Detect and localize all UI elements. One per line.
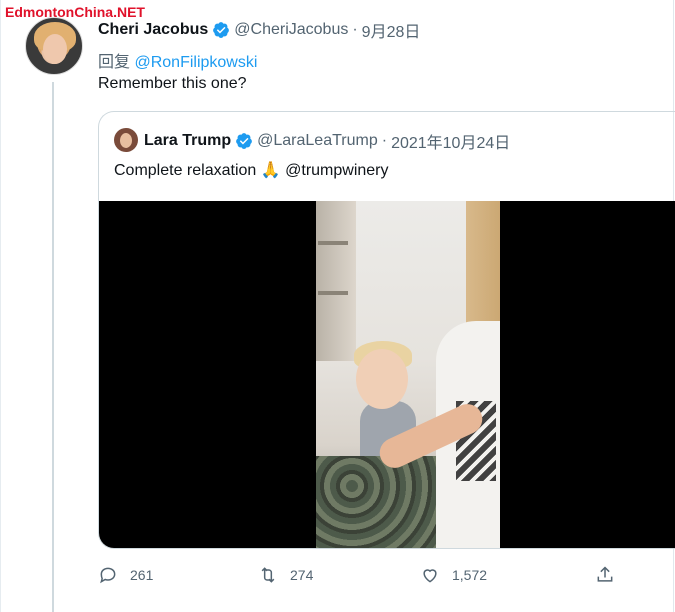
tweet-text: Remember this one? <box>98 75 247 92</box>
author-avatar[interactable] <box>25 17 83 75</box>
tweet-header: Cheri Jacobus @CheriJacobus · 9月28日 <box>98 19 420 41</box>
share-icon <box>597 566 613 582</box>
reply-icon <box>100 567 116 584</box>
reply-context: 回复 @RonFilipkowski <box>98 48 257 72</box>
video-pants <box>316 456 436 548</box>
retweet-button[interactable]: 274 <box>258 565 313 585</box>
reply-prefix: 回复 <box>98 54 131 71</box>
quote-date[interactable]: 2021年10月24日 <box>391 129 510 153</box>
video-shelf <box>316 201 356 361</box>
video-player[interactable] <box>99 201 675 548</box>
header-separator: · <box>352 21 358 38</box>
tweet-container: EdmontonChina.NET Cheri Jacobus @CheriJa… <box>0 0 675 612</box>
quote-author-name[interactable]: Lara Trump <box>144 132 231 150</box>
quote-author-avatar[interactable] <box>114 128 138 152</box>
video-shelf-rail <box>318 291 348 295</box>
share-button[interactable] <box>595 565 615 585</box>
retweet-icon <box>261 567 275 583</box>
avatar-face <box>43 34 67 64</box>
like-count: 1,572 <box>452 567 488 583</box>
verified-badge-icon <box>213 22 230 38</box>
quote-mention[interactable]: @trumpwinery <box>285 162 388 179</box>
heart-icon <box>423 569 437 583</box>
reply-count: 261 <box>130 567 154 583</box>
video-frame <box>316 201 500 548</box>
video-shelf-rail <box>318 241 348 245</box>
quote-text: Complete relaxation 🙏 @trumpwinery <box>114 160 389 180</box>
quote-author-handle[interactable]: @LaraLeaTrump <box>257 132 378 150</box>
reply-button[interactable]: 261 <box>98 565 153 585</box>
author-handle[interactable]: @CheriJacobus <box>234 21 348 39</box>
reply-to-link[interactable]: @RonFilipkowski <box>134 54 257 71</box>
verified-badge-icon <box>236 133 253 149</box>
retweet-count: 274 <box>290 567 314 583</box>
thread-line <box>52 82 54 612</box>
quote-header: Lara Trump @LaraLeaTrump · 2021年10月24日 <box>144 129 510 153</box>
tweet-actions: 261 274 1,572 <box>98 565 628 589</box>
quote-avatar-face <box>120 133 132 148</box>
like-button[interactable]: 1,572 <box>420 565 487 585</box>
video-child-head <box>356 349 408 409</box>
quote-text-body: Complete relaxation <box>114 162 257 179</box>
tweet-date[interactable]: 9月28日 <box>362 18 421 42</box>
author-name[interactable]: Cheri Jacobus <box>98 21 208 39</box>
folded-hands-emoji: 🙏 <box>260 160 281 179</box>
watermark: EdmontonChina.NET <box>5 4 145 20</box>
quoted-tweet-card[interactable]: Lara Trump @LaraLeaTrump · 2021年10月24日 C… <box>98 111 675 549</box>
quote-header-separator: · <box>381 132 388 149</box>
